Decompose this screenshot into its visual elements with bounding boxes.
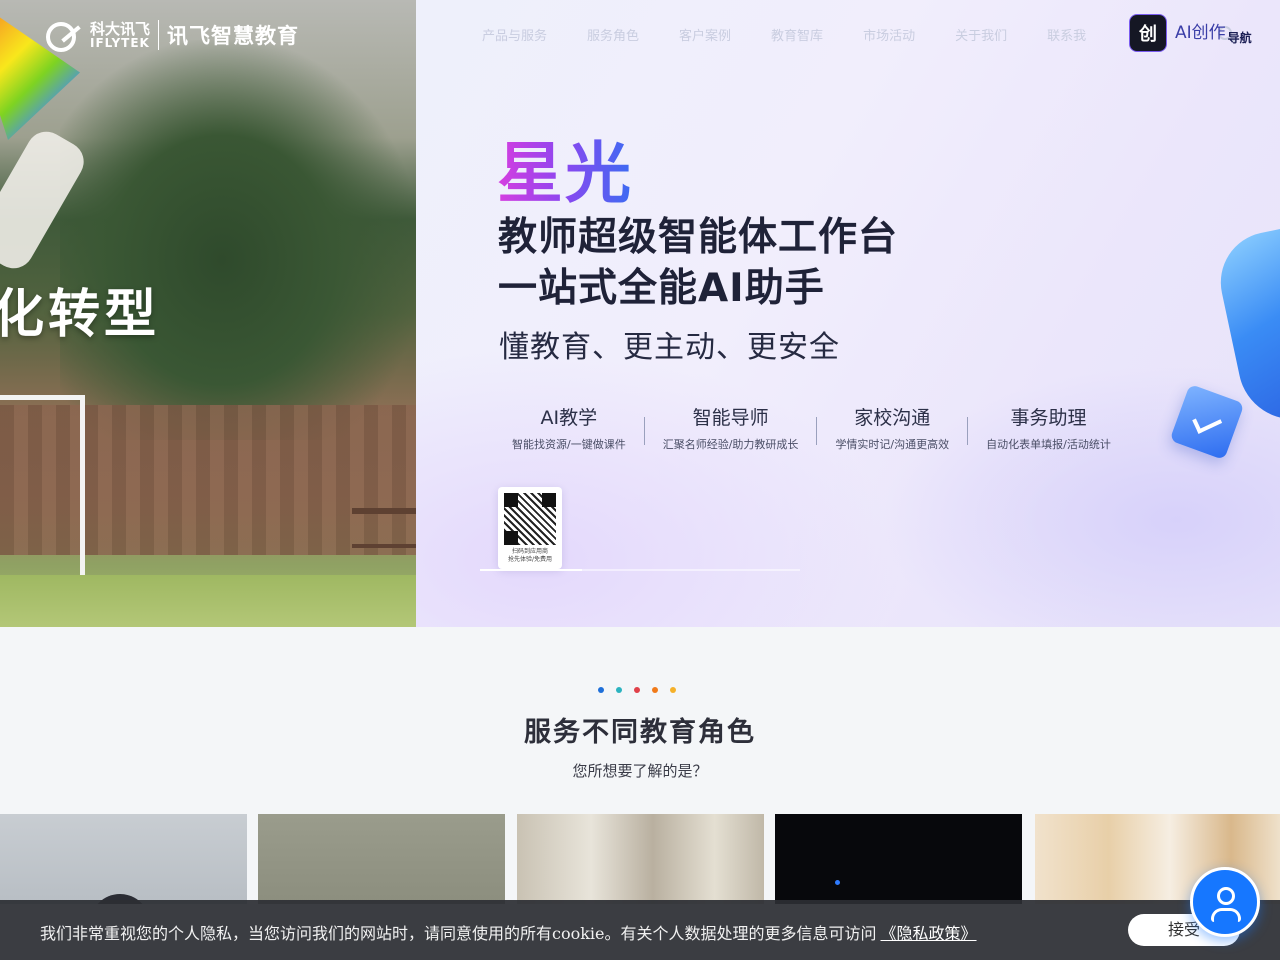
ai-creation-nav-badge[interactable]: 创 AI创作 导航: [1129, 13, 1260, 53]
hero-photo: 化转型: [0, 0, 420, 627]
ai-creation-icon: 创: [1129, 14, 1167, 52]
product-name: 讯飞智慧教育: [167, 24, 300, 48]
qr-code-icon: [504, 493, 556, 545]
feature-title: 家校沟通: [854, 407, 931, 429]
carousel-progress[interactable]: [480, 569, 800, 571]
nav-item-products[interactable]: 产品与服务: [482, 25, 547, 44]
feature-desc: 自动化表单填报/活动统计: [986, 438, 1111, 451]
top-navbar: 科大讯飞 IFLYTEK 讯飞智慧教育 产品与服务 服务角色 客户案例 教育智库…: [0, 0, 1280, 76]
nav-item-about[interactable]: 关于我们: [955, 25, 1007, 44]
role-card[interactable]: [775, 814, 1022, 904]
role-card[interactable]: [258, 814, 505, 904]
hero-left-slogan: 化转型: [0, 284, 161, 345]
nav-menu: 产品与服务 服务角色 客户案例 教育智库 市场活动 关于我们 联系我: [462, 25, 1106, 44]
ai-badge-line1: AI创作: [1175, 23, 1226, 43]
feature-desc: 智能找资源/一键做课件: [512, 438, 626, 451]
feature-title: 智能导师: [692, 407, 769, 429]
ai-badge-line2: 导航: [1227, 30, 1252, 45]
hero-title: 星光: [497, 120, 633, 216]
dot-decoration: [670, 687, 676, 693]
qr-caption: 扫码到应用商 抢先体验/免费用: [504, 548, 556, 564]
feature-title: 事务助理: [1010, 407, 1087, 429]
nav-item-roles[interactable]: 服务角色: [587, 25, 639, 44]
logo-en: IFLYTEK: [90, 35, 150, 50]
iflytek-logo[interactable]: 科大讯飞 IFLYTEK 讯飞智慧教育: [44, 19, 300, 52]
feature-home-school: 家校沟通 学情实时记/沟通更高效: [817, 405, 967, 452]
feature-admin-assistant: 事务助理 自动化表单填报/活动统计: [968, 405, 1129, 452]
feature-desc: 学情实时记/沟通更高效: [835, 438, 950, 451]
feature-title: AI教学: [540, 407, 598, 429]
section-dots: [598, 687, 688, 693]
hero-tagline: 懂教育、更主动、更安全: [499, 330, 840, 365]
privacy-policy-link[interactable]: 《隐私政策》: [881, 924, 977, 943]
cookie-text: 我们非常重视您的个人隐私，当您访问我们的网站时，请同意使用的所有cookie。有…: [40, 920, 977, 944]
qr-caption-line1: 扫码到应用商: [511, 548, 548, 555]
logo-divider: [158, 20, 160, 50]
qr-caption-line2: 抢先体验/免费用: [507, 556, 553, 563]
dot-decoration: [652, 687, 658, 693]
customer-service-button[interactable]: [1190, 867, 1260, 937]
role-card[interactable]: [0, 814, 247, 904]
support-agent-icon: [1217, 887, 1235, 905]
hero-subtitle-2: 一站式全能AI助手: [498, 266, 825, 311]
support-agent-icon-body: [1211, 908, 1241, 922]
feature-list: AI教学 智能找资源/一键做课件 智能导师 汇聚名师经验/助力教研成长 家校沟通…: [494, 405, 1129, 455]
led-decoration: [835, 880, 840, 885]
carousel-progress-fill: [480, 569, 583, 571]
nav-item-think-tank[interactable]: 教育智库: [771, 25, 823, 44]
soccer-goal-decoration: [0, 395, 85, 580]
cookie-consent-bar: 我们非常重视您的个人隐私，当您访问我们的网站时，请同意使用的所有cookie。有…: [0, 900, 1280, 960]
hero-banner[interactable]: 化转型 星光 教师超级智能体工作台 一站式全能AI助手 懂教育、更主动、更安全 …: [0, 0, 1280, 627]
role-card[interactable]: [517, 814, 764, 904]
feature-desc: 汇聚名师经验/助力教研成长: [662, 438, 799, 451]
grass-decoration: [0, 575, 416, 627]
dot-decoration: [634, 687, 640, 693]
qr-code-card: 扫码到应用商 抢先体验/免费用: [498, 487, 562, 569]
nav-item-cases[interactable]: 客户案例: [679, 25, 731, 44]
section-subtitle: 您所想要了解的是？: [572, 762, 708, 780]
logo-cn: 科大讯飞: [90, 19, 151, 38]
bench-decoration: [352, 508, 416, 548]
nav-item-events[interactable]: 市场活动: [863, 25, 915, 44]
section-title: 服务不同教育角色: [524, 717, 756, 748]
dot-decoration: [598, 687, 604, 693]
dot-decoration: [616, 687, 622, 693]
logo-text: 科大讯飞 IFLYTEK: [82, 19, 151, 50]
cookie-message: 我们非常重视您的个人隐私，当您访问我们的网站时，请同意使用的所有cookie。有…: [40, 924, 877, 943]
iflytek-logo-icon: [44, 20, 82, 52]
feature-smart-tutor: 智能导师 汇聚名师经验/助力教研成长: [645, 405, 817, 452]
feature-ai-teaching: AI教学 智能找资源/一键做课件: [494, 405, 644, 452]
trees-decoration: [60, 40, 420, 440]
nav-item-contact[interactable]: 联系我: [1047, 25, 1086, 44]
hero-subtitle-1: 教师超级智能体工作台: [498, 215, 899, 260]
